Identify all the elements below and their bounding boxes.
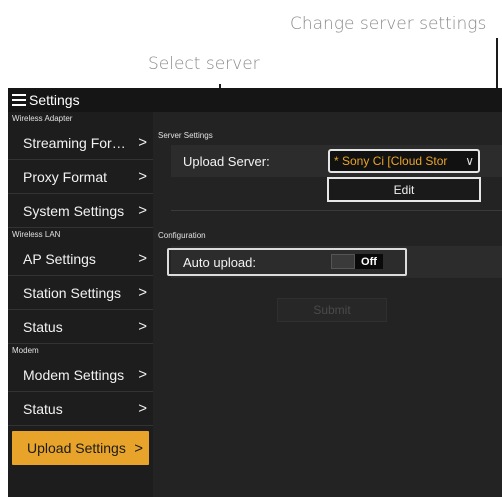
group-label-server-settings: Server Settings [158,131,213,140]
chevron-right-icon: > [138,168,147,185]
sidebar-item-status-wlan[interactable]: Status > [8,310,153,344]
upload-server-label: Upload Server: [183,154,270,169]
toggle-state: Off [355,254,383,269]
sidebar-item-streaming-format[interactable]: Streaming For… > [8,126,153,160]
sidebar-item-label: Status [23,318,63,335]
divider [171,210,502,211]
sidebar-item-label: AP Settings [23,250,96,267]
chevron-right-icon: > [138,134,147,151]
sidebar-item-label: Status [23,400,63,417]
callout-select-server: Select server [148,54,260,74]
sidebar-item-proxy-format[interactable]: Proxy Format > [8,160,153,194]
sidebar-item-ap-settings[interactable]: AP Settings > [8,242,153,276]
callout-change-server-settings: Change server settings [290,14,487,34]
chevron-right-icon: > [138,250,147,267]
sidebar-item-status-modem[interactable]: Status > [8,392,153,426]
hamburger-menu-icon[interactable] [12,94,26,106]
sidebar-item-label: System Settings [23,202,125,219]
chevron-right-icon: > [134,439,143,457]
sidebar-item-label: Streaming For… [23,134,126,151]
sidebar-item-label: Modem Settings [23,366,125,383]
chevron-right-icon: > [138,400,147,417]
sidebar-item-system-settings[interactable]: System Settings > [8,194,153,228]
device-screen: Settings Wireless Adapter Streaming For…… [8,88,502,497]
chevron-right-icon: > [138,318,147,335]
sidebar-section-wireless-adapter: Wireless Adapter [12,114,73,123]
sidebar-item-station-settings[interactable]: Station Settings > [8,276,153,310]
submit-button[interactable]: Submit [277,298,387,322]
chevron-down-icon: ∨ [465,154,474,168]
sidebar-item-label: Station Settings [23,284,122,301]
sidebar-item-modem-settings[interactable]: Modem Settings > [8,358,153,392]
chevron-right-icon: > [138,284,147,301]
sidebar: Wireless Adapter Streaming For… > Proxy F… [8,112,153,497]
toggle-knob [331,254,355,269]
auto-upload-toggle[interactable]: Off [331,254,383,269]
sidebar-item-upload-settings[interactable]: Upload Settings > [12,431,149,465]
sidebar-section-modem: Modem [12,346,39,355]
chevron-right-icon: > [138,366,147,383]
edit-button[interactable]: Edit [327,177,481,202]
sidebar-item-label: Proxy Format [23,168,108,185]
chevron-right-icon: > [138,202,147,219]
group-label-configuration: Configuration [158,231,206,240]
sidebar-section-wireless-lan: Wireless LAN [12,230,61,239]
main-panel: Server Settings Upload Server: * Sony Ci… [153,112,502,497]
upload-server-value: * Sony Ci [Cloud Stor [334,154,448,168]
title-bar: Settings [8,88,502,112]
sidebar-item-label: Upload Settings [27,440,126,456]
app-title: Settings [29,92,80,108]
auto-upload-label: Auto upload: [183,255,257,270]
upload-server-select[interactable]: * Sony Ci [Cloud Stor ∨ [328,149,480,173]
